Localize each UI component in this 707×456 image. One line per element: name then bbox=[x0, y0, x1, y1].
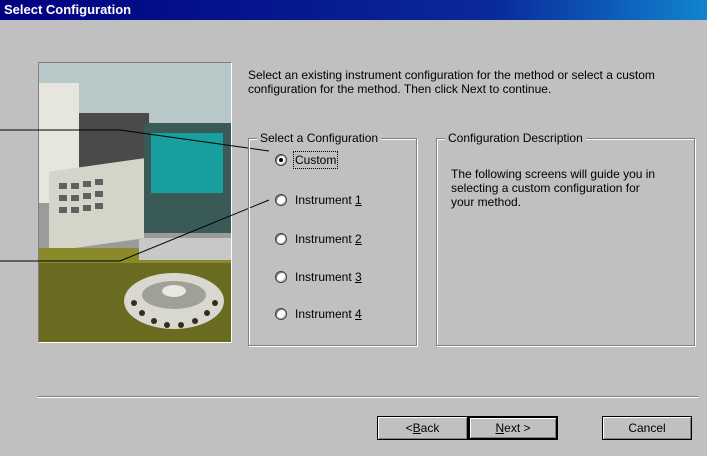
label-text: Instrument bbox=[295, 270, 356, 284]
next-rest: ext > bbox=[504, 421, 531, 435]
intro-text: Select an existing instrument configurat… bbox=[248, 68, 655, 96]
radio-label-custom[interactable]: Custom bbox=[292, 151, 339, 169]
back-prefix: < bbox=[405, 421, 413, 435]
radio-label-instrument-3[interactable]: Instrument 3 bbox=[295, 270, 362, 284]
accel-key: 4 bbox=[355, 307, 362, 321]
configuration-description-text: The following screens will guide you in … bbox=[451, 167, 656, 209]
label-text: Instrument bbox=[295, 193, 356, 207]
radio-circle-instrument-2[interactable] bbox=[275, 233, 287, 245]
radio-label-instrument-4[interactable]: Instrument 4 bbox=[295, 307, 362, 321]
next-accel: N bbox=[495, 421, 505, 435]
label-text: Instrument bbox=[295, 307, 356, 321]
accel-key: 2 bbox=[355, 232, 362, 246]
back-button[interactable]: < Back bbox=[377, 416, 468, 440]
configuration-description-label: Configuration Description bbox=[445, 131, 586, 145]
radio-circle-instrument-3[interactable] bbox=[275, 271, 287, 283]
next-button[interactable]: Next > bbox=[468, 416, 558, 440]
back-accel: B bbox=[412, 421, 421, 435]
accel-key: 1 bbox=[355, 193, 362, 207]
radio-circle-instrument-4[interactable] bbox=[275, 308, 287, 320]
label-text: Instrument bbox=[295, 232, 356, 246]
radio-instrument-4[interactable]: Instrument 4 bbox=[275, 306, 362, 322]
radio-custom[interactable]: Custom bbox=[275, 151, 339, 169]
configuration-description-group: Configuration Description The following … bbox=[436, 131, 695, 346]
radio-instrument-2[interactable]: Instrument 2 bbox=[275, 231, 362, 247]
select-configuration-group: Select a Configuration Custom Instrument… bbox=[248, 131, 417, 346]
radio-label-instrument-2[interactable]: Instrument 2 bbox=[295, 232, 362, 246]
cancel-button[interactable]: Cancel bbox=[602, 416, 692, 440]
accel-key: 3 bbox=[355, 270, 362, 284]
radio-label-instrument-1[interactable]: Instrument 1 bbox=[295, 193, 362, 207]
cancel-label: Cancel bbox=[628, 421, 666, 435]
radio-instrument-3[interactable]: Instrument 3 bbox=[275, 269, 362, 285]
select-configuration-label: Select a Configuration bbox=[257, 131, 382, 145]
select-configuration-dialog: Select Configuration Select an existing … bbox=[0, 0, 707, 456]
radio-instrument-1[interactable]: Instrument 1 bbox=[275, 192, 362, 208]
radio-circle-instrument-1[interactable] bbox=[275, 194, 287, 206]
back-rest: ack bbox=[420, 421, 440, 435]
radio-circle-custom[interactable] bbox=[275, 154, 287, 166]
separator-line bbox=[38, 396, 698, 398]
